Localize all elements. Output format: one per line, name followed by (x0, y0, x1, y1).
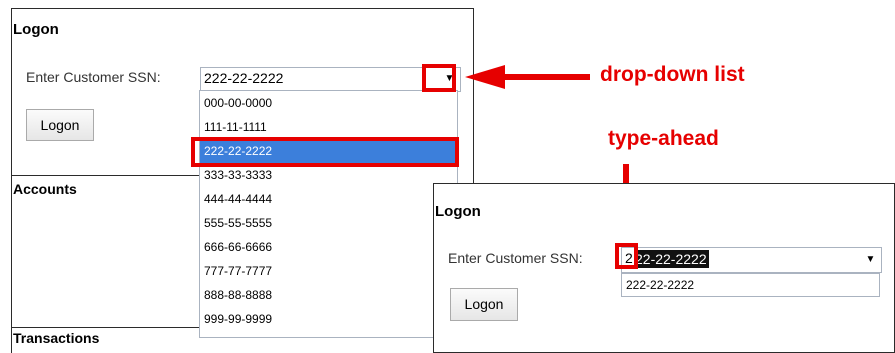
divider (12, 175, 200, 176)
logon-panel-typeahead: Logon Enter Customer SSN: 2 22-22-2222 ▼… (433, 183, 895, 353)
arrow-left-icon (505, 74, 590, 80)
ssn-value: 222-22-2222 (204, 70, 284, 86)
accounts-heading: Accounts (13, 181, 77, 197)
ssn-label: Enter Customer SSN: (448, 250, 583, 266)
dropdown-option[interactable]: 888-88-8888 (200, 283, 457, 307)
highlight-typed-char (615, 243, 638, 269)
dropdown-option[interactable]: 777-77-7777 (200, 259, 457, 283)
logon-title: Logon (13, 21, 59, 38)
logon-title: Logon (435, 203, 481, 220)
highlight-selected-option (191, 137, 459, 167)
autocomplete-highlight: 22-22-2222 (635, 250, 709, 268)
divider (12, 327, 200, 328)
caret-down-icon[interactable]: ▼ (862, 251, 879, 268)
transactions-heading: Transactions (13, 330, 100, 346)
annotation-dropdown: drop-down list (600, 63, 745, 86)
ssn-dropdown-list[interactable]: 000-00-0000 111-11-1111 222-22-2222 333-… (199, 90, 458, 338)
dropdown-option[interactable]: 999-99-9999 (200, 307, 457, 331)
dropdown-option[interactable]: 444-44-4444 (200, 187, 457, 211)
arrow-left-head-icon (465, 65, 505, 89)
ssn-combobox[interactable]: 2 22-22-2222 ▼ (621, 247, 882, 273)
dropdown-option[interactable]: 555-55-5555 (200, 211, 457, 235)
logon-button[interactable]: Logon (450, 288, 518, 321)
typeahead-suggestion[interactable]: 222-22-2222 (621, 273, 880, 297)
annotation-typeahead: type-ahead (608, 127, 719, 150)
dropdown-option[interactable]: 666-66-6666 (200, 235, 457, 259)
ssn-label: Enter Customer SSN: (26, 69, 161, 85)
logon-button[interactable]: Logon (26, 109, 94, 141)
highlight-dropdown-arrow (422, 64, 456, 92)
dropdown-option[interactable]: 000-00-0000 (200, 91, 457, 115)
dropdown-option[interactable]: 111-11-1111 (200, 115, 457, 139)
